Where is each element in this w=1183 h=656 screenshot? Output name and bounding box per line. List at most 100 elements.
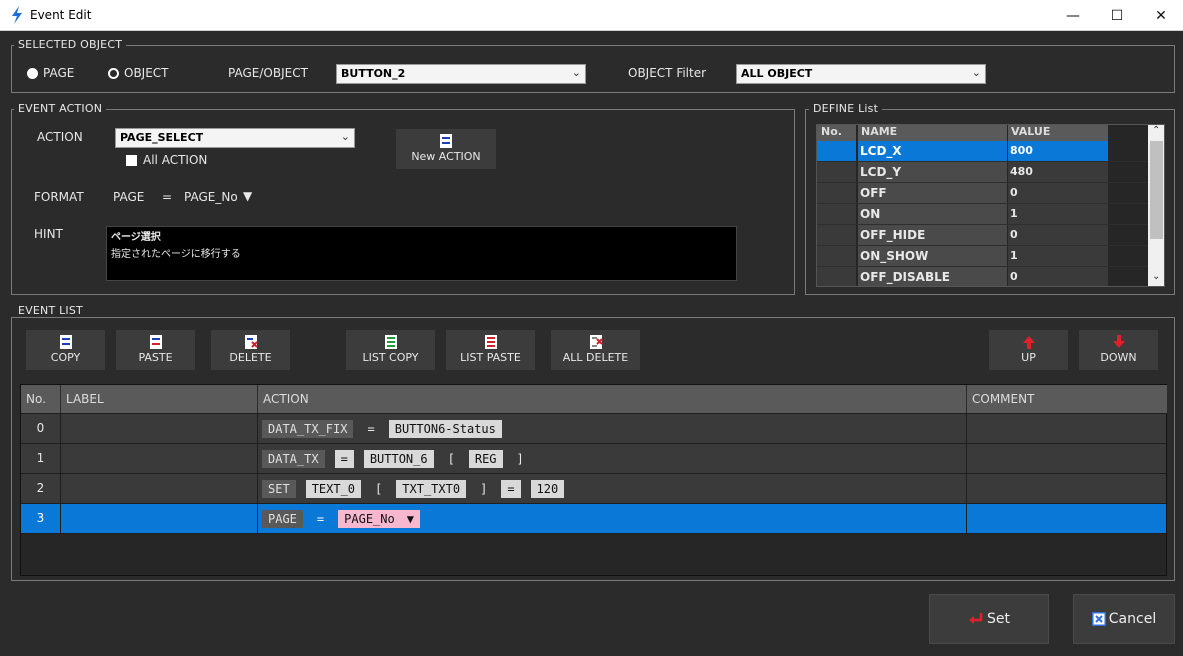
- list-paste-button[interactable]: LIST PASTE: [446, 330, 535, 370]
- down-button[interactable]: DOWN: [1079, 330, 1158, 370]
- action-token[interactable]: SET: [262, 479, 296, 498]
- object-radio-label: OBJECT: [124, 66, 169, 80]
- define-row[interactable]: LCD_X 800: [817, 141, 1164, 162]
- copy-icon: [59, 335, 72, 349]
- row-label[interactable]: [61, 504, 258, 533]
- row-label[interactable]: [61, 444, 258, 473]
- event-row-selected[interactable]: 3 PAGE = PAGE_No ▼: [21, 504, 1166, 534]
- row-comment[interactable]: [967, 444, 1167, 473]
- hint-title: ページ選択: [111, 232, 161, 243]
- define-row[interactable]: LCD_Y 480: [817, 162, 1164, 183]
- action-token: [: [447, 451, 455, 466]
- object-radio[interactable]: [108, 68, 119, 79]
- all-action-checkbox[interactable]: [126, 155, 137, 166]
- page-radio[interactable]: [27, 68, 38, 79]
- action-token[interactable]: 120: [530, 479, 565, 498]
- selected-object-label: SELECTED OBJECT: [14, 38, 127, 51]
- define-header-name: NAME: [858, 125, 1008, 141]
- window-title: Event Edit: [30, 8, 92, 22]
- action-token[interactable]: BUTTON_6: [363, 449, 434, 468]
- page-object-select[interactable]: BUTTON_2 ⌄: [336, 64, 586, 84]
- define-name: OFF_HIDE: [858, 225, 1008, 245]
- list-copy-icon: [384, 335, 397, 349]
- row-comment[interactable]: [967, 414, 1167, 443]
- cancel-label: Cancel: [1108, 611, 1157, 627]
- row-comment[interactable]: [967, 474, 1167, 503]
- action-select[interactable]: PAGE_SELECT ⌄: [115, 128, 355, 148]
- action-token[interactable]: REG: [468, 449, 503, 468]
- scroll-thumb[interactable]: [1150, 141, 1163, 239]
- caret-down-icon[interactable]: ▼: [243, 189, 252, 203]
- format-page: PAGE: [113, 190, 145, 204]
- copy-button[interactable]: COPY: [26, 330, 105, 370]
- event-row[interactable]: 2 SET TEXT_0 [ TXT_TXT0] = 120: [21, 474, 1166, 504]
- action-token[interactable]: =: [334, 449, 354, 468]
- cancel-button[interactable]: Cancel: [1073, 594, 1175, 644]
- set-button[interactable]: Set: [929, 594, 1049, 644]
- define-list-scrollbar[interactable]: ⌃ ⌄: [1148, 125, 1164, 286]
- row-no: 2: [21, 474, 61, 503]
- list-paste-text: LIST PASTE: [460, 351, 521, 364]
- format-value[interactable]: PAGE_No: [184, 190, 238, 204]
- define-value: 1: [1008, 204, 1108, 224]
- event-action-label: EVENT ACTION: [14, 102, 107, 115]
- format-equals: =: [162, 190, 173, 204]
- action-token[interactable]: TXT_TXT0: [396, 479, 467, 498]
- define-name: LCD_Y: [858, 162, 1008, 182]
- define-row[interactable]: OFF_DISABLE 0: [817, 267, 1164, 286]
- row-action[interactable]: PAGE = PAGE_No ▼: [258, 504, 967, 533]
- define-list-header: No. NAME VALUE: [817, 125, 1164, 141]
- action-token[interactable]: TEXT_0: [305, 479, 362, 498]
- object-filter-select[interactable]: ALL OBJECT ⌄: [736, 64, 986, 84]
- all-delete-icon: [589, 335, 603, 349]
- define-value: 1: [1008, 246, 1108, 266]
- define-row[interactable]: ON 1: [817, 204, 1164, 225]
- row-no: 1: [21, 444, 61, 473]
- define-name: ON: [858, 204, 1008, 224]
- scroll-up-icon[interactable]: ⌃: [1152, 125, 1160, 136]
- hint-box: ページ選択 指定されたページに移行する: [106, 226, 737, 281]
- action-token[interactable]: DATA_TX: [262, 449, 325, 468]
- paste-button[interactable]: PASTE: [116, 330, 195, 370]
- all-delete-button[interactable]: ALL DELETE: [551, 330, 640, 370]
- new-action-button[interactable]: New ACTION: [396, 129, 496, 169]
- define-row[interactable]: OFF 0: [817, 183, 1164, 204]
- event-row[interactable]: 0 DATA_TX_FIX = BUTTON6-Status: [21, 414, 1166, 444]
- page-radio-label: PAGE: [43, 66, 75, 80]
- all-action-label: All ACTION: [143, 153, 208, 167]
- row-label[interactable]: [61, 414, 258, 443]
- set-label: Set: [987, 611, 1010, 627]
- maximize-button[interactable]: ☐: [1094, 0, 1140, 31]
- caret-down-icon[interactable]: ▼: [400, 509, 420, 528]
- action-token[interactable]: BUTTON6-Status: [388, 419, 502, 438]
- minimize-button[interactable]: —: [1050, 0, 1096, 31]
- new-action-text: New ACTION: [411, 150, 481, 163]
- action-token[interactable]: DATA_TX_FIX: [262, 419, 354, 438]
- paste-icon: [149, 335, 162, 349]
- row-action[interactable]: DATA_TX_FIX = BUTTON6-Status: [258, 414, 967, 443]
- row-comment[interactable]: [967, 504, 1167, 533]
- up-text: UP: [1021, 351, 1036, 364]
- object-filter-label: OBJECT Filter: [628, 66, 707, 80]
- row-action[interactable]: SET TEXT_0 [ TXT_TXT0] = 120: [258, 474, 967, 503]
- up-button[interactable]: UP: [989, 330, 1068, 370]
- row-action[interactable]: DATA_TX = BUTTON_6 [REG]: [258, 444, 967, 473]
- chevron-down-icon: ⌄: [971, 66, 981, 79]
- list-copy-button[interactable]: LIST COPY: [346, 330, 435, 370]
- delete-button[interactable]: DELETE: [211, 330, 290, 370]
- action-token[interactable]: =: [501, 479, 521, 498]
- action-token: [: [375, 481, 383, 496]
- close-button[interactable]: ✕: [1138, 0, 1183, 31]
- define-row[interactable]: ON_SHOW 1: [817, 246, 1164, 267]
- event-row[interactable]: 1 DATA_TX = BUTTON_6 [REG]: [21, 444, 1166, 474]
- scroll-down-icon[interactable]: ⌄: [1152, 271, 1160, 282]
- row-label[interactable]: [61, 474, 258, 503]
- action-token[interactable]: PAGE: [262, 509, 303, 528]
- action-token: ]: [480, 481, 488, 496]
- action-token[interactable]: PAGE_No: [338, 509, 401, 528]
- define-row[interactable]: OFF_HIDE 0: [817, 225, 1164, 246]
- event-list-label: EVENT LIST: [14, 304, 87, 317]
- chevron-down-icon: ⌄: [340, 130, 350, 143]
- header-action: ACTION: [258, 385, 967, 413]
- define-name: OFF: [858, 183, 1008, 203]
